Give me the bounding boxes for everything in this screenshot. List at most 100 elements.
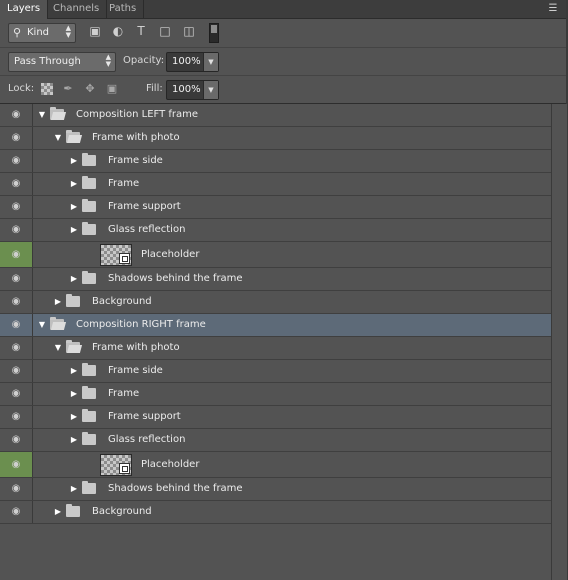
opacity-label: Opacity: [123,55,165,66]
layer-row-group[interactable]: ◉ ▶ Frame side [0,360,551,383]
layer-name[interactable]: Composition RIGHT frame [76,319,206,331]
blend-mode-select[interactable]: Pass Through ▲ ▼ [8,52,116,72]
fill-dropdown-icon[interactable]: ▼ [203,81,218,99]
layer-name[interactable]: Shadows behind the frame [108,483,243,495]
layer-row-group[interactable]: ◉ ▶ Frame [0,383,551,406]
expand-triangle-icon[interactable]: ▶ [70,156,78,166]
visibility-toggle[interactable]: ◉ [0,452,33,477]
visibility-toggle[interactable]: ◉ [0,196,33,218]
eye-icon: ◉ [11,109,21,120]
pixel-layer-filter-icon[interactable]: ▣ [88,24,102,38]
filter-kind-select[interactable]: ⚲ Kind ▲ ▼ [8,23,76,43]
layer-name[interactable]: Placeholder [141,459,199,471]
visibility-toggle[interactable]: ◉ [0,383,33,405]
collapse-triangle-icon[interactable]: ▼ [54,343,62,353]
eye-icon: ◉ [11,483,21,494]
layer-name[interactable]: Background [92,506,152,518]
lock-transparent-pixels-icon[interactable] [41,83,53,95]
tab-paths[interactable]: Paths [102,0,145,18]
smart-object-filter-icon[interactable]: ◫ [182,24,196,38]
expand-triangle-icon[interactable]: ▶ [70,412,78,422]
layer-row-group[interactable]: ◉ ▼ Frame with photo [0,337,551,360]
expand-triangle-icon[interactable]: ▶ [70,389,78,399]
visibility-toggle[interactable]: ◉ [0,314,33,336]
expand-triangle-icon[interactable]: ▶ [70,179,78,189]
visibility-toggle[interactable]: ◉ [0,478,33,500]
layer-row-group[interactable]: ◉ ▼ Composition LEFT frame [0,104,551,127]
opacity-dropdown-icon[interactable]: ▼ [203,53,218,71]
layer-name[interactable]: Glass reflection [108,434,185,446]
layer-name[interactable]: Frame support [108,411,181,423]
visibility-toggle[interactable]: ◉ [0,150,33,172]
expand-triangle-icon[interactable]: ▶ [54,297,62,307]
expand-triangle-icon[interactable]: ▶ [70,435,78,445]
layers-scrollbar[interactable] [551,104,567,580]
visibility-toggle[interactable]: ◉ [0,173,33,195]
layer-name[interactable]: Frame with photo [92,342,180,354]
expand-triangle-icon[interactable]: ▶ [70,225,78,235]
folder-icon [82,222,96,235]
layer-name[interactable]: Glass reflection [108,224,185,236]
folder-icon [82,386,96,399]
layer-row-smart-object[interactable]: ◉ Placeholder [0,242,551,268]
panel-menu-icon[interactable]: ☰ [546,3,560,15]
visibility-toggle[interactable]: ◉ [0,406,33,428]
visibility-toggle[interactable]: ◉ [0,291,33,313]
layer-row-group[interactable]: ◉ ▶ Background [0,501,551,524]
expand-triangle-icon[interactable]: ▶ [70,202,78,212]
shape-layer-filter-icon[interactable]: □ [158,24,172,38]
adjustment-layer-filter-icon[interactable]: ◐ [111,24,125,38]
layer-row-group[interactable]: ◉ ▶ Background [0,291,551,314]
folder-icon [66,294,80,307]
expand-triangle-icon[interactable]: ▶ [54,507,62,517]
visibility-toggle[interactable]: ◉ [0,219,33,241]
layer-name[interactable]: Background [92,296,152,308]
filter-toggle-switch[interactable] [209,23,219,43]
visibility-toggle[interactable]: ◉ [0,242,33,267]
layer-name[interactable]: Frame [108,178,139,190]
updown-arrows-icon: ▲ ▼ [105,53,111,68]
layer-row-group[interactable]: ◉ ▶ Frame support [0,196,551,219]
layer-row-smart-object[interactable]: ◉ Placeholder [0,452,551,478]
layer-name[interactable]: Frame support [108,201,181,213]
layer-name[interactable]: Frame with photo [92,132,180,144]
opacity-field[interactable]: 100% ▼ [166,52,219,72]
layer-name[interactable]: Frame [108,388,139,400]
type-layer-filter-icon[interactable]: T [134,24,148,38]
expand-triangle-icon[interactable]: ▶ [70,274,78,284]
tab-channels[interactable]: Channels [46,0,108,18]
layer-name[interactable]: Shadows behind the frame [108,273,243,285]
expand-triangle-icon[interactable]: ▶ [70,484,78,494]
layer-name[interactable]: Composition LEFT frame [76,109,198,121]
lock-position-icon[interactable]: ✥ [84,83,96,95]
layer-row-group[interactable]: ◉ ▶ Glass reflection [0,429,551,452]
collapse-triangle-icon[interactable]: ▼ [38,320,46,330]
expand-triangle-icon[interactable]: ▶ [70,366,78,376]
folder-open-icon [50,107,64,120]
visibility-toggle[interactable]: ◉ [0,360,33,382]
visibility-toggle[interactable]: ◉ [0,429,33,451]
visibility-toggle[interactable]: ◉ [0,268,33,290]
layer-name[interactable]: Placeholder [141,249,199,261]
lock-image-pixels-icon[interactable]: ✒ [62,83,74,95]
visibility-toggle[interactable]: ◉ [0,104,33,126]
layer-row-group[interactable]: ◉ ▶ Shadows behind the frame [0,268,551,291]
collapse-triangle-icon[interactable]: ▼ [38,110,46,120]
collapse-triangle-icon[interactable]: ▼ [54,133,62,143]
lock-all-icon[interactable]: ▣ [106,83,118,95]
layer-row-group[interactable]: ◉ ▶ Frame [0,173,551,196]
layer-name[interactable]: Frame side [108,365,163,377]
visibility-toggle[interactable]: ◉ [0,337,33,359]
layer-row-group[interactable]: ◉ ▶ Glass reflection [0,219,551,242]
tab-layers[interactable]: Layers [0,0,49,19]
layer-row-group[interactable]: ◉ ▼ Frame with photo [0,127,551,150]
layer-row-group[interactable]: ◉ ▶ Frame side [0,150,551,173]
fill-field[interactable]: 100% ▼ [166,80,219,100]
visibility-toggle[interactable]: ◉ [0,127,33,149]
layer-row-group[interactable]: ◉ ▼ Composition RIGHT frame [0,314,551,337]
layer-name[interactable]: Frame side [108,155,163,167]
layer-row-group[interactable]: ◉ ▶ Frame support [0,406,551,429]
visibility-toggle[interactable]: ◉ [0,501,33,523]
layer-row-group[interactable]: ◉ ▶ Shadows behind the frame [0,478,551,501]
folder-icon [82,409,96,422]
